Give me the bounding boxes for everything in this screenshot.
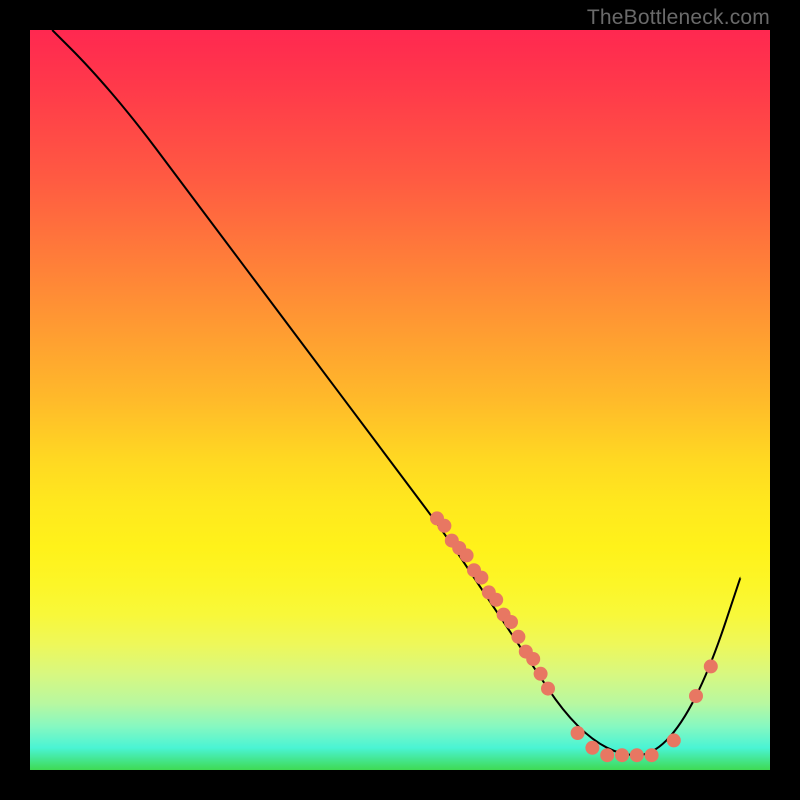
data-point [474,571,488,585]
chart-container [30,30,770,770]
data-point [526,652,540,666]
data-point [541,682,555,696]
data-point [585,741,599,755]
data-point [437,519,451,533]
data-point [571,726,585,740]
chart-svg [30,30,770,770]
data-point [645,748,659,762]
data-point [534,667,548,681]
data-point [630,748,644,762]
watermark-text: TheBottleneck.com [587,6,770,30]
data-point [511,630,525,644]
data-point [600,748,614,762]
data-point [460,548,474,562]
scatter-points-group [430,511,718,762]
bottleneck-curve [52,30,740,755]
data-point [704,659,718,673]
data-point [615,748,629,762]
data-point [667,733,681,747]
curve-group [52,30,740,755]
data-point [504,615,518,629]
data-point [489,593,503,607]
data-point [689,689,703,703]
